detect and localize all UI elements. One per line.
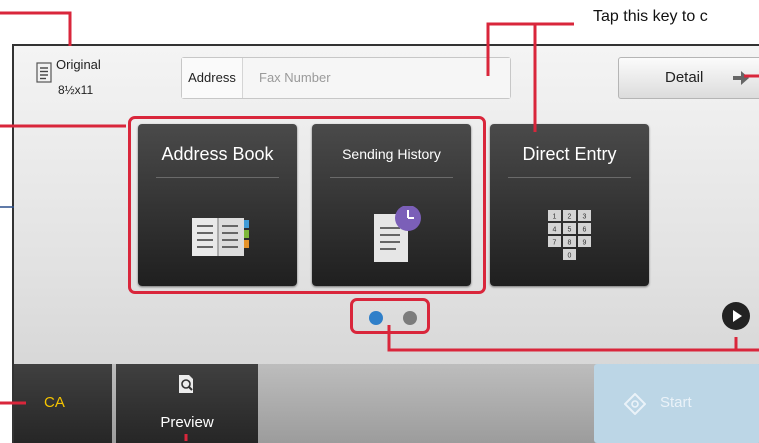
callout-text: Tap this key to c [593,8,708,25]
callout-leader-lines [0,11,759,441]
